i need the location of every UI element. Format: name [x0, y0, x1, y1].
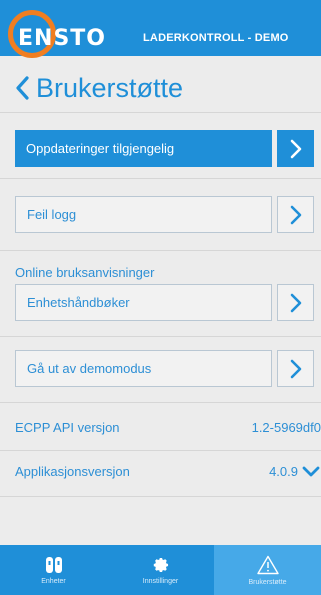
app-header: ENSTO LADERKONTROLL - DEMO	[0, 0, 321, 58]
error-log-row[interactable]: Feil logg	[15, 196, 314, 233]
divider	[0, 402, 321, 403]
exit-demo-button[interactable]: Gå ut av demomodus	[15, 350, 272, 387]
divider	[0, 112, 321, 113]
divider	[0, 250, 321, 251]
tab-devices-label: Enheter	[41, 577, 66, 585]
chevron-down-icon[interactable]	[301, 465, 321, 479]
app-version-value: 4.0.9	[269, 464, 298, 479]
tab-support[interactable]: Brukerstøtte	[214, 545, 321, 595]
chevron-right-icon[interactable]	[277, 130, 314, 167]
updates-available-row[interactable]: Oppdateringer tilgjengelig	[15, 130, 314, 167]
divider	[0, 450, 321, 451]
page-title-row: Brukerstøtte	[14, 68, 183, 108]
api-version-value: 1.2-5969df0	[251, 420, 321, 435]
warning-icon	[256, 555, 279, 574]
divider	[0, 336, 321, 337]
chevron-left-icon[interactable]	[14, 70, 34, 106]
tab-devices[interactable]: Enheter	[0, 545, 107, 595]
tab-settings-label: Innstillinger	[142, 577, 179, 585]
app-version-row[interactable]: Applikasjonsversjon 4.0.9	[15, 464, 321, 479]
chevron-right-icon[interactable]	[277, 284, 314, 321]
app-title: LADERKONTROLL - DEMO	[143, 32, 289, 44]
error-log-button[interactable]: Feil logg	[15, 196, 272, 233]
device-manuals-row[interactable]: Enhetshåndbøker	[15, 284, 314, 321]
api-version-label: ECPP API versjon	[15, 420, 120, 435]
api-version-row: ECPP API versjon 1.2-5969df0	[15, 420, 321, 435]
bottom-tab-bar: Enheter Innstillinger Brukerstøtte	[0, 545, 321, 595]
exit-demo-row[interactable]: Gå ut av demomodus	[15, 350, 314, 387]
updates-available-button[interactable]: Oppdateringer tilgjengelig	[15, 130, 272, 167]
page-title: Brukerstøtte	[36, 72, 184, 103]
brand-logo: ENSTO	[18, 26, 106, 51]
online-manuals-label: Online bruksanvisninger	[15, 265, 155, 280]
divider	[0, 178, 321, 179]
tab-support-label: Brukerstøtte	[248, 578, 287, 586]
chevron-right-icon[interactable]	[277, 350, 314, 387]
tab-settings[interactable]: Innstillinger	[107, 545, 214, 595]
app-version-value-wrap: 4.0.9	[269, 464, 321, 479]
app-version-label: Applikasjonsversjon	[15, 464, 130, 479]
chevron-right-icon[interactable]	[277, 196, 314, 233]
divider	[0, 496, 321, 497]
device-manuals-button[interactable]: Enhetshåndbøker	[15, 284, 272, 321]
device-icon	[45, 556, 62, 573]
gear-icon	[153, 557, 168, 572]
